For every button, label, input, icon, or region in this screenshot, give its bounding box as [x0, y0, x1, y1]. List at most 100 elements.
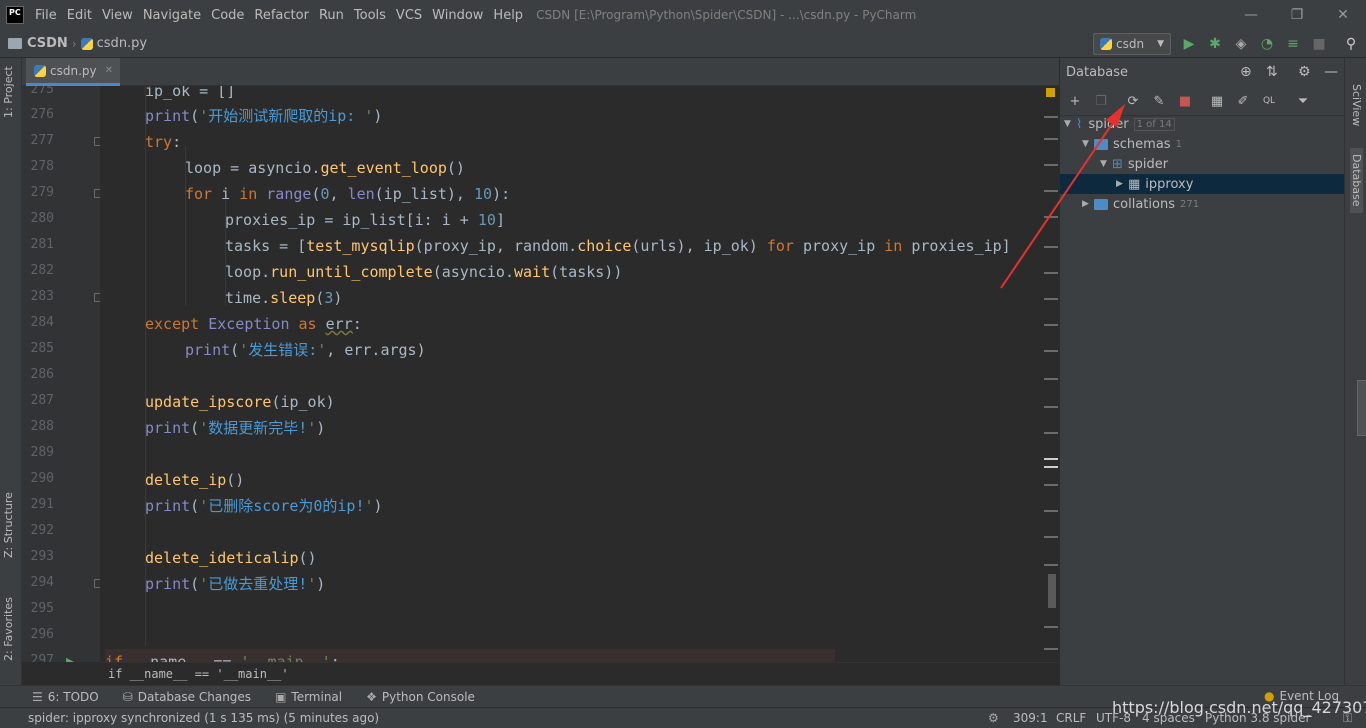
refresh-icon[interactable]: ⟳	[1124, 92, 1142, 110]
concurrency-icon[interactable]: ≡	[1283, 34, 1303, 54]
menu-navigate[interactable]: Navigate	[138, 8, 206, 23]
line-number: 275	[30, 86, 54, 97]
expand-down-icon[interactable]: ▼	[1082, 139, 1094, 149]
collations-count: 271	[1179, 198, 1200, 210]
menu-help[interactable]: Help	[488, 8, 528, 23]
line-number: 294	[30, 575, 54, 590]
line-separator[interactable]: CRLF	[1056, 711, 1086, 725]
expand-right-icon[interactable]: ▶	[1116, 179, 1128, 189]
warning-icon[interactable]	[1046, 88, 1055, 97]
search-icon[interactable]: ⚲	[1341, 34, 1361, 54]
line-number: 282	[30, 263, 54, 278]
tree-schema-spider[interactable]: ▼ ⊞ spider	[1060, 154, 1345, 174]
close-icon[interactable]: ✕	[1320, 0, 1366, 30]
list-icon: ☰	[32, 689, 43, 704]
filter-icon[interactable]: ⏷	[1294, 92, 1312, 110]
cursor-position[interactable]: 309:1	[1013, 711, 1048, 725]
menu-window[interactable]: Window	[427, 8, 488, 23]
menu-view[interactable]: View	[97, 8, 138, 23]
menu-tools[interactable]: Tools	[349, 8, 391, 23]
database-panel: Database ⊕ ⇅ ⚙ — + ❐ ⟳ ✎ ■ ▦ ✐ QL ⏷ ▼ ⌇ …	[1059, 58, 1345, 685]
coverage-icon[interactable]: ◈	[1231, 34, 1251, 54]
scroll-handle[interactable]	[1357, 380, 1366, 436]
tab-project[interactable]: 1: Project	[2, 66, 15, 118]
error-stripe	[1044, 86, 1059, 662]
database-toolbar: + ❐ ⟳ ✎ ■ ▦ ✐ QL ⏷	[1060, 86, 1345, 116]
right-tool-strip: SciView Database	[1344, 58, 1366, 685]
schemas-label: schemas	[1113, 136, 1171, 152]
globe-icon[interactable]: ⊕	[1240, 64, 1252, 80]
code-breadcrumb[interactable]: if __name__ == '__main__'	[100, 662, 1058, 685]
code-line: print('发生错误:', err.args)	[185, 341, 426, 359]
menu-bar: File Edit View Navigate Code Refactor Ru…	[30, 8, 528, 23]
folder-icon	[8, 38, 22, 49]
line-number: 297	[30, 653, 54, 662]
database-panel-title: Database	[1066, 64, 1129, 80]
minimize-icon[interactable]: —	[1228, 0, 1274, 30]
edit-icon[interactable]: ✐	[1234, 92, 1252, 110]
maximize-icon[interactable]: ❐	[1274, 0, 1320, 30]
stop-icon[interactable]: ■	[1176, 92, 1194, 110]
collations-label: collations	[1113, 196, 1175, 212]
menu-refactor[interactable]: Refactor	[249, 8, 314, 23]
menu-vcs[interactable]: VCS	[391, 8, 427, 23]
watermark: https://blog.csdn.net/qq_42730750	[1112, 698, 1366, 717]
tab-favorites[interactable]: 2: Favorites	[2, 597, 15, 661]
code-line: time.sleep(3)	[225, 289, 343, 307]
breadcrumb-project[interactable]: CSDN	[0, 36, 68, 51]
editor-tab-csdn[interactable]: csdn.py ✕	[26, 58, 120, 86]
menu-run[interactable]: Run	[314, 8, 349, 23]
hide-panel-icon[interactable]: —	[1324, 64, 1338, 80]
code-editor[interactable]: ip_ok = [] print('开始测试新爬取的ip: ') try: lo…	[100, 86, 1044, 662]
tab-python-console-label: Python Console	[381, 689, 475, 704]
tree-collations[interactable]: ▶ collations 271	[1060, 194, 1345, 214]
expand-down-icon[interactable]: ▼	[1100, 159, 1112, 169]
line-number: 287	[30, 393, 54, 408]
line-number: 289	[30, 445, 54, 460]
gear-icon[interactable]: ⚙	[1298, 64, 1311, 80]
run-configuration-select[interactable]: csdn ▼	[1093, 33, 1171, 55]
profile-icon[interactable]: ◔	[1257, 34, 1277, 54]
stop-icon[interactable]: ■	[1309, 34, 1329, 54]
tree-table-ipproxy[interactable]: ▶ ▦ ipproxy	[1060, 174, 1345, 194]
menu-file[interactable]: File	[30, 8, 62, 23]
database-icon: ⛁	[122, 689, 133, 704]
scrollbar-thumb[interactable]	[1048, 574, 1056, 608]
expand-right-icon[interactable]: ▶	[1082, 199, 1094, 209]
copy-icon[interactable]: ❐	[1092, 92, 1110, 110]
python-file-icon	[34, 64, 46, 77]
tree-schemas[interactable]: ▼ schemas 1	[1060, 134, 1345, 154]
breadcrumb-file[interactable]: csdn.py	[80, 36, 147, 51]
tab-terminal[interactable]: ▣ Terminal	[275, 690, 342, 704]
code-line: try:	[145, 133, 182, 151]
add-datasource-icon[interactable]: +	[1066, 92, 1084, 110]
tab-python-console[interactable]: ❖ Python Console	[366, 690, 475, 704]
line-number: 280	[30, 211, 54, 226]
status-message[interactable]: spider: ipproxy synchronized (1 s 135 ms…	[28, 711, 379, 725]
database-panel-header: Database ⊕ ⇅ ⚙ —	[1060, 58, 1345, 86]
table-view-icon[interactable]: ▦	[1208, 92, 1226, 110]
debug-icon[interactable]: ✱	[1205, 34, 1225, 54]
chevron-down-icon: ▼	[1157, 39, 1164, 49]
tab-database[interactable]: Database	[1350, 148, 1363, 213]
tab-database-changes[interactable]: ⛁ Database Changes	[123, 690, 251, 704]
tab-todo[interactable]: ☰ 6: TODO	[32, 690, 99, 704]
line-number-gutter: 275 276 277 278 279 280 281 282 283 284 …	[22, 86, 100, 662]
tree-datasource[interactable]: ▼ ⌇ spider 1 of 14	[1060, 114, 1345, 134]
run-icon[interactable]: ▶	[1179, 34, 1199, 54]
collapse-all-icon[interactable]: ⇅	[1266, 64, 1278, 80]
close-tab-icon[interactable]: ✕	[105, 65, 113, 76]
tab-sciview[interactable]: SciView	[1350, 84, 1363, 126]
tab-structure[interactable]: Z: Structure	[2, 492, 15, 558]
console-icon[interactable]: QL	[1260, 92, 1278, 110]
navigation-bar: CSDN › csdn.py csdn ▼ ▶ ✱ ◈ ◔ ≡ ■ ⚲	[0, 30, 1366, 58]
run-gutter-icon[interactable]: ▶	[66, 655, 74, 662]
schema-icon[interactable]: ✎	[1150, 92, 1168, 110]
left-tool-strip: 1: Project Z: Structure 2: Favorites	[0, 58, 22, 685]
menu-code[interactable]: Code	[206, 8, 249, 23]
python-icon: ❖	[366, 689, 377, 704]
expand-down-icon[interactable]: ▼	[1064, 119, 1076, 129]
code-line: except Exception as err:	[145, 315, 362, 333]
project-name: CSDN	[27, 36, 68, 51]
menu-edit[interactable]: Edit	[62, 8, 97, 23]
